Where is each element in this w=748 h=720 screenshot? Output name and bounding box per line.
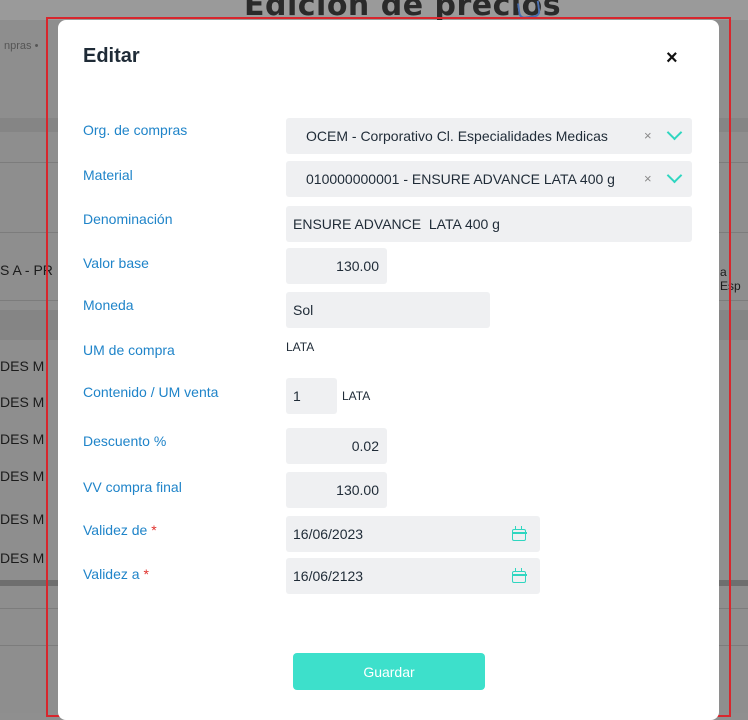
material-select[interactable]: 010000000001 - ENSURE ADVANCE LATA 400 g… [286, 161, 692, 197]
denominacion-field[interactable]: ENSURE ADVANCE LATA 400 g [286, 206, 692, 242]
denominacion-value: ENSURE ADVANCE LATA 400 g [293, 216, 500, 232]
required-mark: * [143, 566, 149, 582]
background-breadcrumb: npras • [4, 40, 39, 52]
contenido-unit: LATA [342, 389, 371, 403]
org-compras-select[interactable]: OCEM - Corporativo Cl. Especialidades Me… [286, 118, 692, 154]
moneda-label: Moneda [83, 297, 134, 313]
descuento-field[interactable]: 0.02 [286, 428, 387, 464]
validez-a-value: 16/06/2123 [293, 568, 364, 584]
valor-base-label: Valor base [83, 255, 149, 271]
um-compra-label: UM de compra [83, 342, 175, 358]
chevron-down-icon[interactable] [666, 124, 683, 141]
denominacion-label: Denominación [83, 211, 173, 227]
vv-compra-label: VV compra final [83, 479, 182, 495]
validez-de-label: Validez de * [83, 522, 157, 538]
um-compra-value: LATA [286, 340, 315, 354]
contenido-label: Contenido / UM venta [83, 384, 219, 400]
moneda-value: Sol [293, 302, 314, 318]
chevron-down-icon[interactable] [666, 167, 683, 184]
calendar-icon[interactable] [511, 526, 527, 541]
vv-compra-value: 130.00 [336, 482, 379, 498]
clear-icon[interactable]: × [644, 171, 652, 186]
material-value: 010000000001 - ENSURE ADVANCE LATA 400 g [306, 171, 615, 187]
background-cell: DES M [0, 394, 45, 410]
validez-a-datepicker[interactable]: 16/06/2123 [286, 558, 540, 594]
validez-de-datepicker[interactable]: 16/06/2023 [286, 516, 540, 552]
background-cell: DES M [0, 358, 45, 374]
valor-base-value: 130.00 [336, 258, 379, 274]
background-cell: DES M [0, 550, 45, 566]
background-cell: DES M [0, 511, 45, 527]
edit-dialog: Editar × Org. de compras OCEM - Corporat… [58, 20, 719, 720]
calendar-icon[interactable] [511, 568, 527, 583]
valor-base-field[interactable]: 130.00 [286, 248, 387, 284]
close-button[interactable]: × [666, 48, 678, 68]
background-cell: DES M [0, 468, 45, 484]
background-cell: S A - PR [0, 262, 53, 278]
dialog-title: Editar [83, 45, 140, 67]
validez-a-label: Validez a * [83, 566, 149, 582]
org-compras-value: OCEM - Corporativo Cl. Especialidades Me… [306, 128, 608, 144]
contenido-field[interactable]: 1 [286, 378, 337, 414]
moneda-field[interactable]: Sol [286, 292, 490, 328]
required-mark: * [151, 522, 157, 538]
validez-de-value: 16/06/2023 [293, 526, 364, 542]
descuento-value: 0.02 [351, 438, 379, 454]
vv-compra-field[interactable]: 130.00 [286, 472, 387, 508]
org-compras-label: Org. de compras [83, 122, 188, 138]
save-button[interactable]: Guardar [293, 653, 485, 690]
validez-a-label-text: Validez a [83, 566, 140, 582]
descuento-label: Descuento % [83, 433, 167, 449]
clear-icon[interactable]: × [644, 128, 652, 143]
validez-de-label-text: Validez de [83, 522, 148, 538]
background-cell: DES M [0, 431, 45, 447]
material-label: Material [83, 167, 133, 183]
contenido-value: 1 [293, 388, 301, 404]
